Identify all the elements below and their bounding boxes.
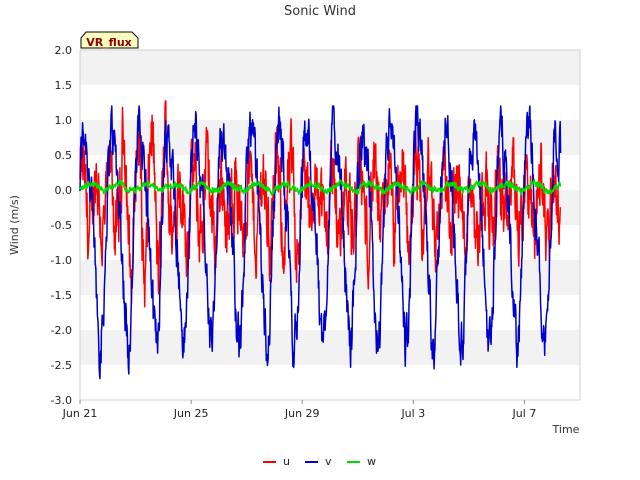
y-tick-label: 2.0 xyxy=(55,44,73,57)
y-tick-label: -1.5 xyxy=(51,289,72,302)
y-tick-label: -2.5 xyxy=(51,359,72,372)
x-tick-label: Jul 3 xyxy=(400,407,425,420)
grid-band xyxy=(80,225,580,260)
y-tick-label: -2.0 xyxy=(51,324,72,337)
vr-flux-badge: VR_flux xyxy=(80,31,139,49)
y-tick-label: 1.5 xyxy=(55,79,73,92)
x-axis-label: Time xyxy=(552,423,580,436)
y-tick-label: -0.5 xyxy=(51,219,72,232)
x-tick-label: Jun 25 xyxy=(173,407,209,420)
grid-band xyxy=(80,85,580,120)
x-tick-label: Jul 7 xyxy=(512,407,537,420)
y-tick-label: 0.5 xyxy=(55,149,73,162)
x-tick-label: Jun 21 xyxy=(62,407,98,420)
sonic-wind-chart: 2.01.51.00.50.0-0.5-1.0-1.5-2.0-2.5-3.0 … xyxy=(0,0,640,480)
y-axis-label: Wind (m/s) xyxy=(8,195,21,255)
y-tick-label: -3.0 xyxy=(51,394,72,407)
grid-band xyxy=(80,330,580,365)
y-tick-label: 0.0 xyxy=(55,184,73,197)
grid-band xyxy=(80,260,580,295)
legend-label-w: w xyxy=(367,455,376,468)
badge-label: VR_flux xyxy=(86,36,132,49)
legend-label-v: v xyxy=(325,455,332,468)
plot-bands xyxy=(80,50,580,400)
grid-band xyxy=(80,50,580,85)
y-tick-label: -1.0 xyxy=(51,254,72,267)
grid-band xyxy=(80,365,580,400)
x-tick-label: Jun 29 xyxy=(284,407,320,420)
y-tick-label: 1.0 xyxy=(55,114,73,127)
legend-label-u: u xyxy=(283,455,290,468)
chart-title: Sonic Wind xyxy=(284,4,356,19)
